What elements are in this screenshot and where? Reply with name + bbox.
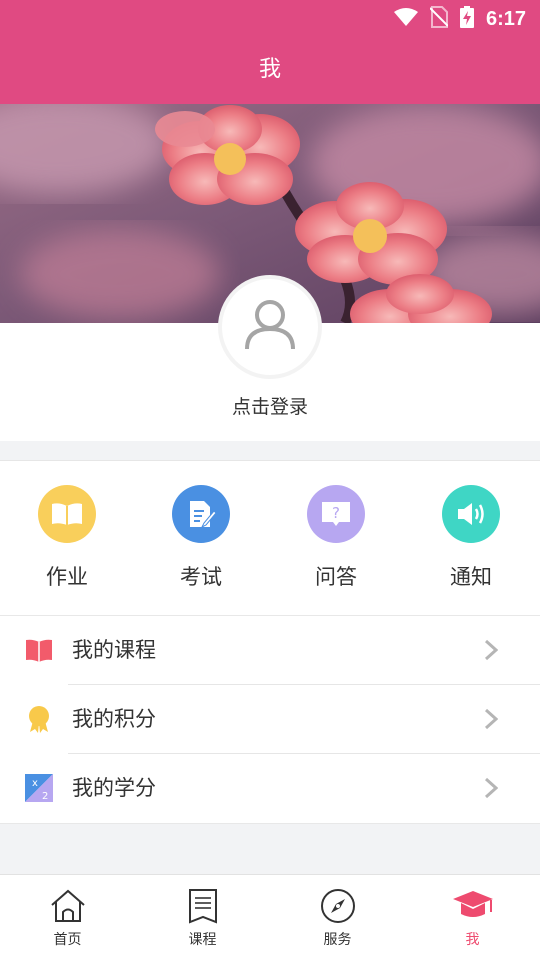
chevron-right-icon [484, 777, 499, 803]
tab-label: 我 [465, 932, 480, 948]
quick-action-qa[interactable]: ? 问答 [269, 485, 403, 591]
quick-action-exam[interactable]: 考试 [134, 485, 268, 591]
tab-label: 首页 [53, 932, 82, 948]
question-bubble-icon: ? [307, 485, 365, 543]
svg-text:?: ? [332, 504, 340, 522]
login-link[interactable]: 点击登录 [0, 392, 540, 419]
quick-action-label: 问答 [315, 565, 357, 589]
no-sim-icon [429, 6, 449, 32]
list-icon [188, 888, 218, 928]
wifi-icon [393, 7, 418, 31]
quick-action-label: 考试 [180, 565, 222, 589]
chevron-right-icon [484, 639, 499, 665]
tab-services[interactable]: 服务 [270, 875, 405, 960]
page-title: 我 [0, 36, 540, 104]
quick-action-label: 作业 [46, 565, 88, 589]
book-icon [38, 485, 96, 543]
svg-text:2: 2 [42, 791, 48, 802]
menu-list: 我的课程 我的积分 x2 我的学分 [0, 615, 540, 824]
graduation-cap-icon [451, 888, 495, 928]
tab-home[interactable]: 首页 [0, 875, 135, 960]
exam-paper-icon [172, 485, 230, 543]
tab-courses[interactable]: 课程 [135, 875, 270, 960]
status-time: 6:17 [485, 7, 526, 30]
menu-item-my-credits[interactable]: x2 我的学分 [0, 754, 540, 823]
menu-item-label: 我的课程 [72, 638, 156, 662]
quick-actions: 作业 考试 ? 问答 通知 [0, 460, 540, 615]
quick-action-homework[interactable]: 作业 [0, 485, 134, 591]
compass-icon [320, 888, 356, 928]
menu-item-label: 我的学分 [72, 776, 156, 800]
menu-item-my-courses[interactable]: 我的课程 [0, 616, 540, 685]
user-icon [242, 297, 298, 357]
speaker-icon [442, 485, 500, 543]
bottom-tab-bar: 首页 课程 服务 我 [0, 874, 540, 960]
tab-label: 服务 [323, 932, 352, 948]
tab-me[interactable]: 我 [405, 875, 540, 960]
quick-action-label: 通知 [450, 565, 492, 589]
menu-item-label: 我的积分 [72, 707, 156, 731]
avatar[interactable] [218, 275, 322, 379]
menu-item-my-points[interactable]: 我的积分 [0, 685, 540, 754]
tab-label: 课程 [188, 932, 217, 948]
open-book-icon [25, 636, 53, 664]
svg-text:x: x [32, 778, 38, 789]
battery-charging-icon [459, 6, 474, 32]
status-bar: 6:17 [0, 0, 540, 36]
medal-icon [25, 705, 53, 733]
credit-icon: x2 [25, 774, 53, 802]
home-icon [49, 888, 87, 928]
quick-action-notice[interactable]: 通知 [404, 485, 538, 591]
chevron-right-icon [484, 708, 499, 734]
